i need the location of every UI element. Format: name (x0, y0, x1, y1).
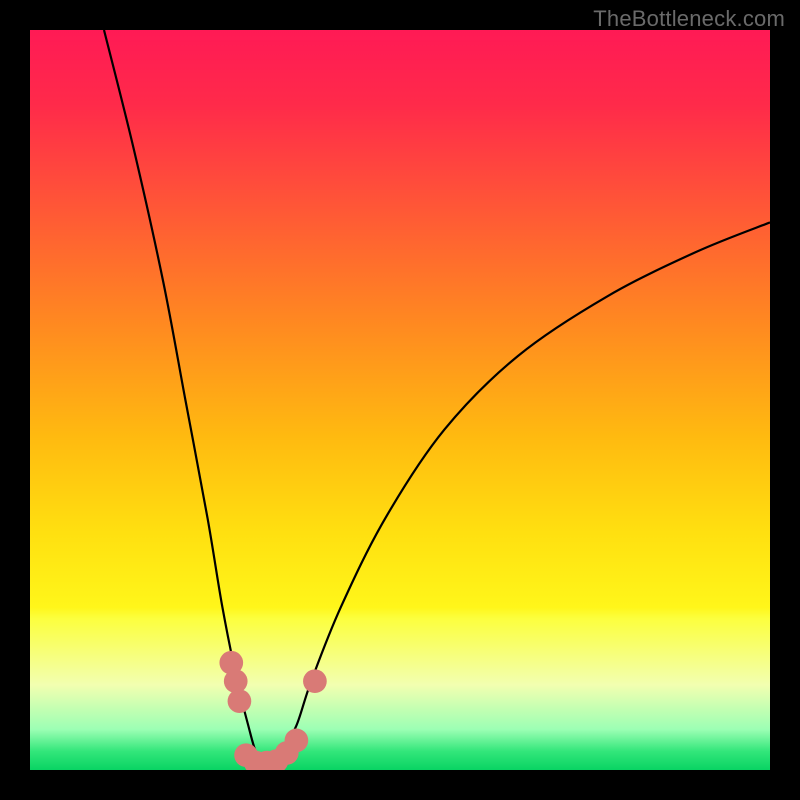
marker-left-stack-b (228, 689, 252, 713)
watermark-text: TheBottleneck.com (593, 6, 785, 32)
outer-frame: TheBottleneck.com (0, 0, 800, 800)
marker-right-outer (303, 669, 327, 693)
marker-left-stack-a (224, 669, 248, 693)
marker-group (219, 651, 326, 770)
chart-svg (30, 30, 770, 770)
marker-bottom-f (285, 729, 309, 753)
plot-area (30, 30, 770, 770)
bottleneck-curve (104, 30, 770, 762)
